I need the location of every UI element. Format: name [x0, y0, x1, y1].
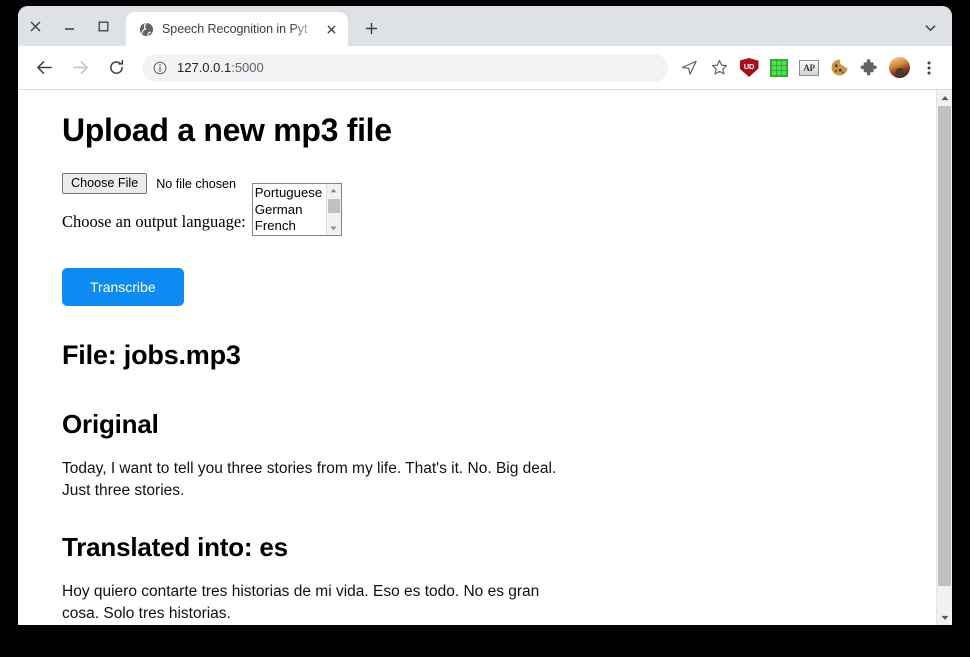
language-option[interactable]: German [255, 202, 326, 219]
close-tab-icon[interactable] [322, 20, 340, 38]
back-arrow-icon[interactable] [29, 53, 59, 83]
original-heading: Original [62, 409, 159, 439]
browser-toolbar: 127.0.0.1:5000 UD AP [18, 46, 952, 90]
tab-title: Speech Recognition in Pyt [162, 22, 308, 36]
listbox-scroll-down-icon[interactable] [327, 222, 341, 235]
puzzle-extensions-icon[interactable] [855, 54, 883, 82]
translated-heading: Translated into: es [62, 532, 288, 562]
globe-icon [138, 21, 154, 37]
page-viewport: Upload a new mp3 file Choose File No fil… [18, 90, 952, 625]
ap-extension-icon[interactable]: AP [795, 54, 823, 82]
page-scroll-track[interactable] [937, 105, 952, 610]
tab-strip: Speech Recognition in Pyt [18, 6, 952, 46]
maximize-window-button[interactable] [86, 6, 120, 46]
translated-transcript-text: Hoy quiero contarte tres historias de mi… [62, 583, 540, 622]
language-option[interactable]: French [255, 218, 326, 235]
green-grid-glyph [770, 58, 788, 77]
ap-extension-badge: AP [799, 59, 819, 76]
address-bar-url: 127.0.0.1:5000 [177, 60, 264, 75]
green-grid-extension-icon[interactable] [765, 54, 793, 82]
shield-extension-icon[interactable]: UD [735, 54, 763, 82]
language-select-row: Choose an output language: Portuguese Ge… [62, 183, 936, 236]
profile-avatar-icon[interactable] [885, 54, 913, 82]
page-scroll-thumb[interactable] [938, 106, 951, 586]
browser-tab-active[interactable]: Speech Recognition in Pyt [126, 12, 348, 46]
info-circle-icon[interactable] [152, 60, 168, 76]
language-listbox[interactable]: Portuguese German French [251, 183, 342, 236]
page-scroll-up-icon[interactable] [937, 90, 952, 105]
tab-list-chevron-down-icon[interactable] [916, 14, 944, 42]
bookmark-star-icon[interactable] [705, 54, 733, 82]
listbox-scroll-track[interactable] [327, 197, 341, 222]
original-transcript-text: Today, I want to tell you three stories … [62, 460, 557, 499]
close-window-button[interactable] [18, 6, 52, 46]
transcribe-button-wrap: Transcribe [62, 236, 936, 340]
page-scrollbar[interactable] [936, 90, 952, 625]
page-content: Upload a new mp3 file Choose File No fil… [18, 90, 936, 625]
url-port: :5000 [231, 60, 264, 75]
page-title: Upload a new mp3 file [62, 112, 392, 148]
language-label: Choose an output language: [62, 212, 246, 231]
send-to-devices-icon[interactable] [675, 54, 703, 82]
chrome-menu-icon[interactable] [915, 54, 943, 82]
listbox-scroll-thumb[interactable] [327, 199, 340, 213]
choose-file-button[interactable]: Choose File [62, 173, 148, 194]
listbox-scrollbar[interactable] [325, 184, 341, 235]
result-file-heading: File: jobs.mp3 [62, 340, 241, 370]
url-host: 127.0.0.1 [177, 60, 232, 75]
language-option[interactable]: Portuguese [255, 185, 326, 202]
file-chosen-status: No file chosen [156, 176, 237, 191]
new-tab-button[interactable] [356, 13, 386, 43]
file-upload-row: Choose File No file chosen [62, 173, 936, 194]
forward-arrow-icon[interactable] [65, 53, 95, 83]
page-scroll-down-icon[interactable] [937, 610, 952, 625]
shield-extension-badge: UD [739, 58, 759, 77]
minimize-window-button[interactable] [52, 6, 86, 46]
avatar [888, 57, 910, 78]
browser-window: Speech Recognition in Pyt 127.0.0.1:5000… [18, 6, 952, 625]
listbox-scroll-up-icon[interactable] [327, 184, 341, 197]
cookie-extension-icon[interactable] [825, 54, 853, 82]
language-option-list: Portuguese German French [253, 184, 326, 235]
reload-icon[interactable] [101, 53, 131, 83]
address-bar[interactable]: 127.0.0.1:5000 [142, 53, 668, 82]
transcribe-button[interactable]: Transcribe [62, 268, 184, 306]
file-input[interactable]: Choose File No file chosen [62, 173, 236, 194]
